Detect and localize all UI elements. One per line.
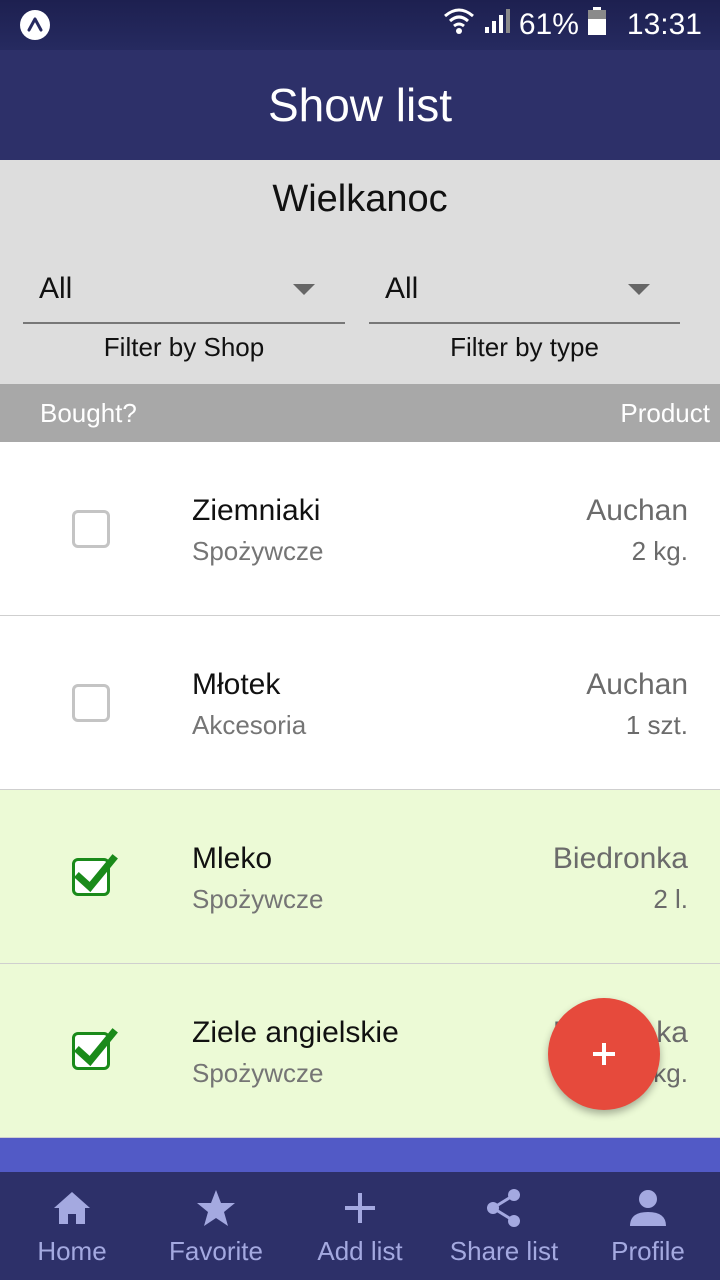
accent-strip <box>0 1138 720 1172</box>
page-title: Show list <box>267 79 453 131</box>
columns-header: Bought? Product <box>0 384 720 442</box>
bought-checkbox[interactable] <box>72 1028 118 1070</box>
type-filter-dropdown[interactable]: All <box>369 258 680 324</box>
checkmark-icon <box>74 854 118 893</box>
item-shop: Biedronka <box>552 842 688 875</box>
type-filter-label: Filter by type <box>450 332 599 362</box>
item-name: Ziele angielskie <box>192 1016 399 1049</box>
battery-level: 61% <box>518 8 579 41</box>
app-bar: Show list <box>0 50 720 160</box>
list-item[interactable]: Ziemniaki Spożywcze Auchan 2 kg. <box>0 442 720 616</box>
item-type: Spożywcze <box>192 1058 324 1088</box>
add-item-fab[interactable] <box>548 998 660 1110</box>
list-item[interactable]: Młotek Akcesoria Auchan 1 szt. <box>0 616 720 790</box>
nav-label: Profile <box>611 1236 685 1266</box>
dropdown-arrow-icon <box>628 284 650 295</box>
nav-label: Add list <box>317 1236 403 1266</box>
home-icon <box>50 1186 94 1230</box>
column-bought: Bought? <box>40 398 137 428</box>
clock: 13:31 <box>626 8 702 41</box>
person-icon <box>626 1186 670 1230</box>
item-quantity: 1 szt. <box>625 710 688 740</box>
list-name: Wielkanoc <box>272 178 448 220</box>
battery-icon <box>587 6 607 44</box>
bought-checkbox[interactable] <box>72 854 118 896</box>
item-quantity: 2 l. <box>653 884 688 914</box>
item-type: Spożywcze <box>192 884 324 914</box>
nav-item-profile[interactable]: Profile <box>576 1172 720 1280</box>
status-indicators: 61% 13:31 <box>443 6 702 44</box>
nav-label: Favorite <box>169 1236 263 1266</box>
item-quantity: 2 kg. <box>631 536 688 566</box>
shop-filter-dropdown[interactable]: All <box>23 258 345 324</box>
list-item[interactable]: Mleko Spożywcze Biedronka 2 l. <box>0 790 720 964</box>
shop-filter-label: Filter by Shop <box>103 332 265 362</box>
type-filter-value: All <box>385 272 419 305</box>
item-type: Spożywcze <box>192 536 324 566</box>
nav-item-share-list[interactable]: Share list <box>432 1172 576 1280</box>
item-type: Akcesoria <box>192 710 307 740</box>
nav-item-home[interactable]: Home <box>0 1172 144 1280</box>
status-bar: 61% 13:31 <box>0 0 720 50</box>
bought-checkbox[interactable] <box>72 510 110 548</box>
item-shop: Auchan <box>586 494 688 527</box>
item-name: Młotek <box>192 668 281 701</box>
shop-filter-value: All <box>39 272 73 305</box>
nav-label: Share list <box>449 1236 559 1266</box>
nav-item-add-list[interactable]: Add list <box>288 1172 432 1280</box>
nav-item-favorite[interactable]: Favorite <box>144 1172 288 1280</box>
plus-icon <box>338 1186 382 1230</box>
item-name: Mleko <box>192 842 273 875</box>
star-icon <box>194 1186 238 1230</box>
item-name: Ziemniaki <box>192 494 321 527</box>
nav-label: Home <box>37 1236 107 1266</box>
bottom-navigation: Home Favorite Add list Share list Profil <box>0 1172 720 1280</box>
bought-checkbox[interactable] <box>72 684 110 722</box>
checkmark-icon <box>74 1028 118 1067</box>
column-product: Product <box>620 398 710 428</box>
wifi-icon <box>443 6 475 44</box>
item-shop: Auchan <box>586 668 688 701</box>
plus-icon <box>593 1043 615 1065</box>
signal-icon <box>483 7 511 43</box>
share-icon <box>482 1186 526 1230</box>
app-notification-icon <box>20 10 50 40</box>
dropdown-arrow-icon <box>293 284 315 295</box>
